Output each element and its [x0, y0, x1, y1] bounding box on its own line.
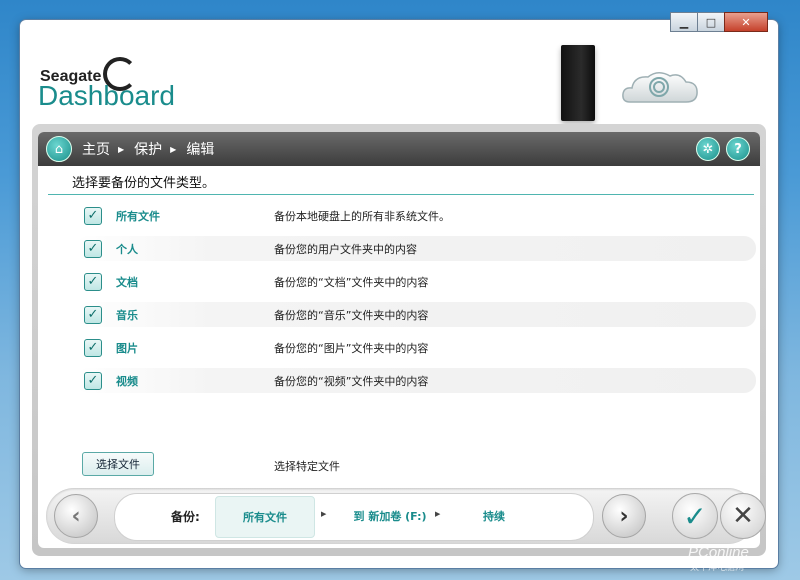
list-item[interactable]: ✓ 所有文件 备份本地硬盘上的所有非系统文件。: [76, 203, 756, 228]
maximize-button[interactable]: □: [697, 12, 725, 32]
select-files-desc: 选择特定文件: [274, 460, 340, 473]
checkbox-videos[interactable]: ✓: [84, 371, 102, 390]
item-desc: 备份您的用户文件夹中的内容: [274, 242, 417, 256]
item-desc: 备份您的“文档”文件夹中的内容: [274, 275, 429, 289]
breadcrumb-home[interactable]: 主页: [82, 139, 110, 159]
summary-arrow-icon: ▶: [321, 510, 327, 518]
list-item[interactable]: ✓ 文档 备份您的“文档”文件夹中的内容: [76, 269, 756, 294]
summary-destination: 到 新加卷 (F:): [353, 510, 427, 523]
back-button[interactable]: ‹: [54, 494, 98, 538]
watermark-sub: 太平洋电脑网: [690, 563, 745, 573]
item-label: 个人: [116, 242, 138, 256]
item-desc: 备份您的“音乐”文件夹中的内容: [274, 308, 429, 322]
breadcrumb-separator-icon: ▶: [170, 144, 177, 154]
help-icon[interactable]: ?: [726, 137, 750, 161]
checkbox-documents[interactable]: ✓: [84, 272, 102, 291]
checkbox-all-files[interactable]: ✓: [84, 206, 102, 225]
confirm-check-icon[interactable]: ✓: [672, 493, 718, 539]
item-label: 文档: [116, 275, 138, 289]
breadcrumb-separator-icon: ▶: [118, 144, 125, 154]
cancel-x-icon[interactable]: ✕: [720, 493, 766, 539]
select-files-button[interactable]: 选择文件: [82, 452, 154, 476]
window-controls: ▁ □ ✕: [670, 12, 768, 32]
close-button[interactable]: ✕: [724, 12, 768, 32]
item-label: 所有文件: [116, 209, 160, 223]
summary-schedule: 持续: [483, 510, 505, 523]
list-item[interactable]: ✓ 视频 备份您的“视频”文件夹中的内容: [76, 368, 756, 393]
header-tools: ✲ ?: [690, 137, 750, 161]
checkbox-personal[interactable]: ✓: [84, 239, 102, 258]
instruction-text: 选择要备份的文件类型。: [72, 176, 216, 191]
file-type-list: ✓ 所有文件 备份本地硬盘上的所有非系统文件。 ✓ 个人 备份您的用户文件夹中的…: [76, 203, 756, 401]
app-window: ▁ □ ✕ Seagate Dashboard ⌂ 主页 ▶ 保护 ▶ 编辑 ✲…: [20, 12, 778, 568]
item-label: 图片: [116, 341, 138, 355]
external-drive-image: [561, 45, 595, 121]
footer-bar: ‹ 备份: 所有文件 ▶ 到 新加卷 (F:) ▶ 持续 › ✓ ✕: [46, 488, 766, 544]
main-panel: ⌂ 主页 ▶ 保护 ▶ 编辑 ✲ ? 选择要备份的文件类型。 ✓ 所有文件 备份…: [32, 124, 766, 556]
checkbox-music[interactable]: ✓: [84, 305, 102, 324]
status-label: 备份:: [171, 510, 200, 524]
dashboard-title: Dashboard: [38, 80, 175, 111]
breadcrumb: ⌂ 主页 ▶ 保护 ▶ 编辑 ✲ ?: [38, 132, 760, 166]
next-button[interactable]: ›: [602, 494, 646, 538]
divider: [48, 194, 754, 195]
item-label: 音乐: [116, 308, 138, 322]
backup-summary: 备份: 所有文件 ▶ 到 新加卷 (F:) ▶ 持续: [114, 493, 594, 541]
summary-files: 所有文件: [215, 496, 315, 538]
list-item[interactable]: ✓ 图片 备份您的“图片”文件夹中的内容: [76, 335, 756, 360]
home-icon[interactable]: ⌂: [46, 136, 72, 162]
breadcrumb-edit: 编辑: [186, 142, 215, 158]
gear-icon[interactable]: ✲: [696, 137, 720, 161]
item-label: 视频: [116, 374, 138, 388]
cloud-icon: [622, 72, 698, 103]
watermark-logo: PConline: [688, 544, 749, 561]
item-desc: 备份您的“视频”文件夹中的内容: [274, 374, 429, 388]
breadcrumb-protect[interactable]: 保护: [134, 139, 162, 159]
list-item[interactable]: ✓ 个人 备份您的用户文件夹中的内容: [76, 236, 756, 261]
panel-content: ⌂ 主页 ▶ 保护 ▶ 编辑 ✲ ? 选择要备份的文件类型。 ✓ 所有文件 备份…: [38, 132, 766, 548]
list-item[interactable]: ✓ 音乐 备份您的“音乐”文件夹中的内容: [76, 302, 756, 327]
summary-arrow-icon: ▶: [435, 510, 441, 518]
checkbox-pictures[interactable]: ✓: [84, 338, 102, 357]
minimize-button[interactable]: ▁: [670, 12, 698, 32]
item-desc: 备份本地硬盘上的所有非系统文件。: [274, 209, 450, 223]
item-desc: 备份您的“图片”文件夹中的内容: [274, 341, 429, 355]
